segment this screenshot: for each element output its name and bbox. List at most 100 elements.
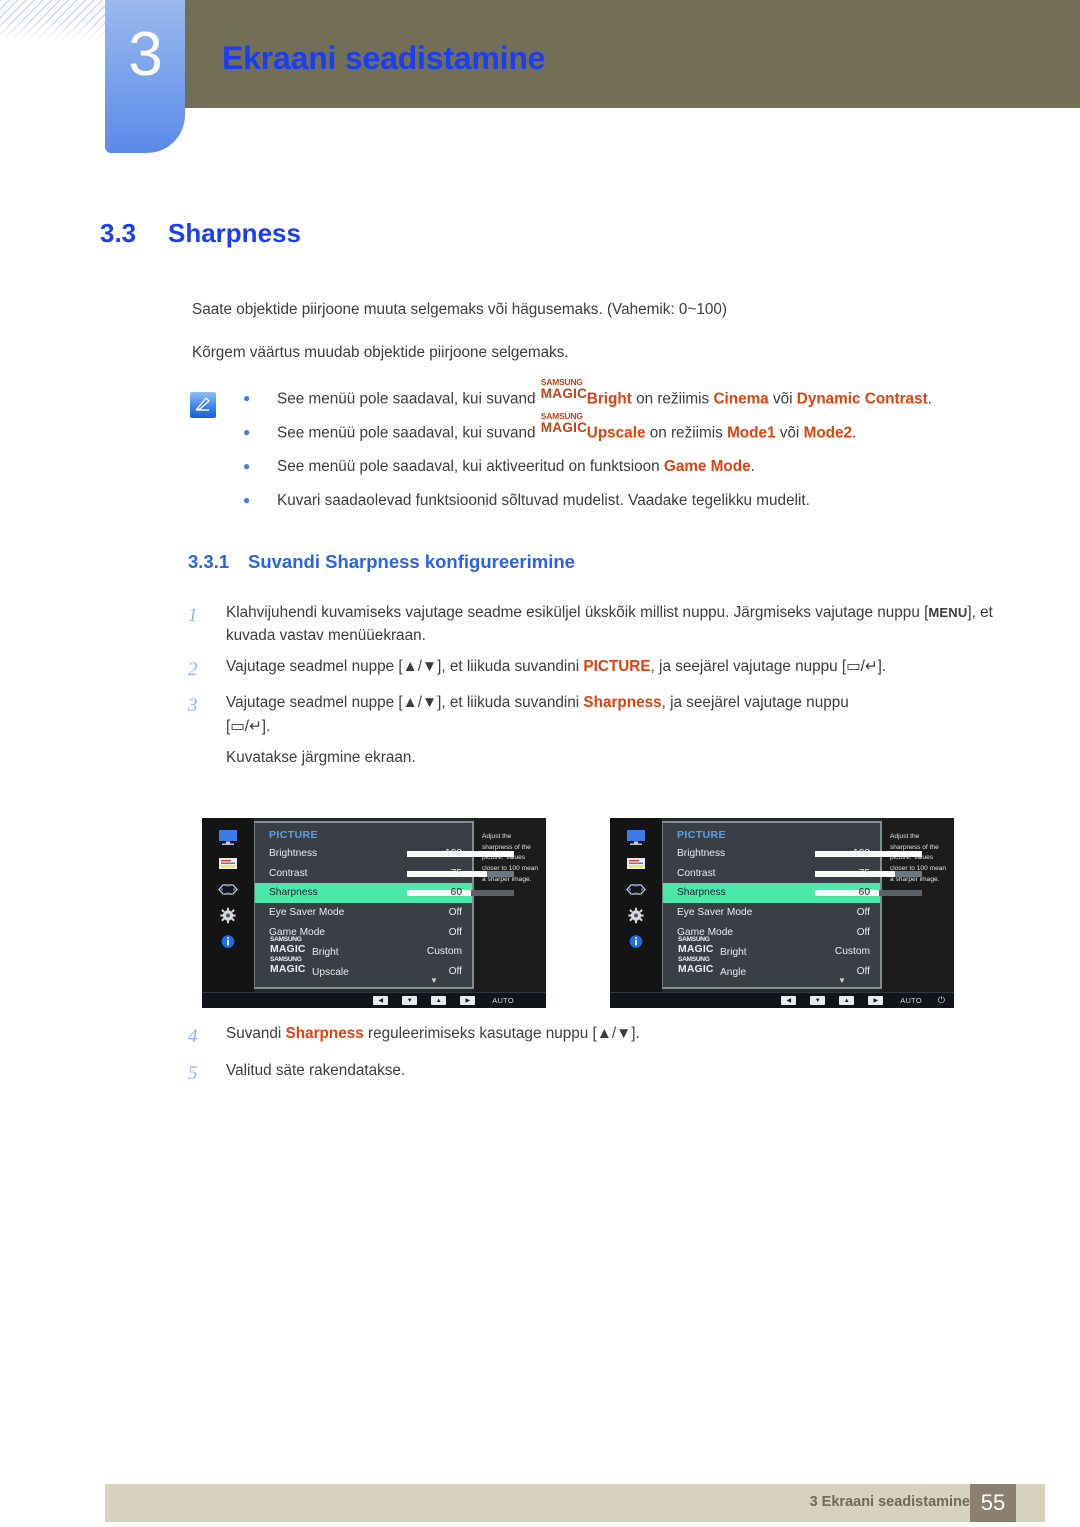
osd-row-value: Off [448, 926, 462, 938]
auto-button[interactable]: AUTO [492, 996, 514, 1005]
auto-button[interactable]: AUTO [900, 996, 922, 1005]
osd-row-label: Contrast [677, 867, 716, 879]
osd-row-magic-angle[interactable]: SAMSUNG MAGIC Angle Off [663, 955, 880, 982]
osd-row-brightness[interactable]: Brightness 100 [255, 844, 514, 864]
step-number: 4 [188, 1026, 198, 1047]
monitor-icon[interactable] [217, 829, 239, 846]
step-text: Valitud säte rakendatakse. [226, 1061, 406, 1079]
step-number: 1 [188, 605, 198, 626]
osd-menu-rows: Brightness 100 Contrast 75 Sharpness 60 … [663, 844, 922, 982]
chevron-down-icon[interactable]: ▼ [430, 976, 438, 985]
osd-row-label: Brightness [677, 848, 726, 860]
osd-row-value: Off [856, 965, 870, 977]
osd-row-value: 75 [450, 867, 462, 879]
note-item-text: Kuvari saadaolevad funktsioonid sõltuvad… [277, 492, 810, 510]
note-pencil-icon [190, 392, 216, 418]
right-button[interactable]: ▶ [868, 996, 884, 1005]
osd-menu-body: PICTURE Brightness 100 Contrast 75 Sharp… [662, 821, 922, 989]
note-item-text: See menüü pole saadaval, kui suvand SAMS… [277, 377, 932, 408]
gear-icon[interactable] [625, 907, 647, 924]
osd-row-value: Off [448, 907, 462, 919]
down-button[interactable]: ▼ [810, 996, 826, 1005]
section-heading: 3.3 Sharpness [100, 218, 301, 249]
osd-row-label: Sharpness [269, 887, 318, 899]
osd-row-value: Custom [426, 946, 462, 958]
list-icon[interactable] [217, 855, 239, 872]
list-item: 5 Valitud säte rakendatakse. [188, 1059, 1016, 1089]
osd-row-eye-saver-mode[interactable]: Eye Saver Mode Off [255, 903, 472, 923]
info-icon[interactable] [217, 933, 239, 950]
footer-chapter-label: 3 Ekraani seadistamine [809, 1494, 970, 1510]
osd-icon-rail [610, 818, 662, 992]
list-icon[interactable] [625, 855, 647, 872]
bullet-glyph: ● [243, 391, 251, 405]
subsection-number: 3.3.1 [188, 551, 230, 572]
osd-help-text: Adjust the sharpness of the picture. Val… [882, 818, 954, 992]
osd-row-value: Off [448, 965, 462, 977]
note-item-text: See menüü pole saadaval, kui aktiveeritu… [277, 458, 755, 476]
samsung-magic-logo: SAMSUNG MAGIC [540, 411, 588, 436]
step-number: 3 [188, 695, 198, 717]
osd-menu-rows: Brightness 100 Contrast 75 Sharpness 60 … [255, 844, 514, 982]
chapter-number: 3 [128, 20, 162, 89]
up-button[interactable]: ▲ [839, 996, 855, 1005]
step-text: Vajutage seadmel nuppe [▲/▼], et liikuda… [226, 657, 887, 675]
gear-icon[interactable] [217, 907, 239, 924]
osd-row-contrast[interactable]: Contrast 75 [255, 864, 514, 884]
osd-row-label: SAMSUNG MAGIC Upscale [270, 955, 349, 978]
osd-row-label: Eye Saver Mode [269, 907, 345, 919]
bullet-glyph: ● [243, 459, 251, 474]
osd-row-contrast[interactable]: Contrast 75 [663, 864, 922, 884]
monitor-icon[interactable] [625, 829, 647, 846]
chevron-down-icon[interactable]: ▼ [838, 976, 846, 985]
samsung-magic-logo: SAMSUNG MAGIC [540, 377, 588, 401]
decorative-hatch-pattern [0, 0, 108, 42]
down-button[interactable]: ▼ [402, 996, 418, 1005]
note-list: ● See menüü pole saadaval, kui suvand SA… [243, 377, 1013, 524]
left-button[interactable]: ◀ [781, 996, 797, 1005]
step-number: 2 [188, 658, 198, 680]
step-text-line2: [▭/↵]. [226, 717, 271, 735]
intro-paragraph-2: Kõrgem väärtus muudab objektide piirjoon… [192, 344, 569, 361]
osd-row-value: 100 [853, 848, 870, 860]
right-button[interactable]: ▶ [460, 996, 476, 1005]
osd-screenshot-right: PICTURE Brightness 100 Contrast 75 Sharp… [610, 818, 954, 1008]
osd-row-value: Off [856, 926, 870, 938]
samsung-magic-logo: SAMSUNG MAGIC [678, 955, 714, 975]
up-button[interactable]: ▲ [431, 996, 447, 1005]
note-item: ● See menüü pole saadaval, kui suvand SA… [243, 411, 1013, 444]
osd-row-value: Off [856, 907, 870, 919]
osd-button-bar: ◀ ▼ ▲ ▶ AUTO ⏻ [202, 992, 546, 1008]
step-text: Suvandi Sharpness reguleerimiseks kasuta… [226, 1025, 640, 1042]
osd-row-eye-saver-mode[interactable]: Eye Saver Mode Off [663, 903, 880, 923]
info-icon[interactable] [625, 933, 647, 950]
chapter-tab: 3 [105, 0, 185, 153]
osd-row-brightness[interactable]: Brightness 100 [663, 844, 922, 864]
osd-row-value: Custom [834, 946, 870, 958]
list-item: 1 Klahvijuhendi kuvamiseks vajutage sead… [188, 601, 1016, 648]
osd-row-sharpness[interactable]: Sharpness 60 [663, 883, 922, 903]
dpad-icon[interactable] [217, 881, 239, 898]
osd-row-value: 75 [858, 867, 870, 879]
osd-row-magic-upscale[interactable]: SAMSUNG MAGIC Upscale Off [255, 955, 472, 982]
power-icon[interactable]: ⏻ [938, 995, 945, 1006]
list-item: 3 Vajutage seadmel nuppe [▲/▼], et liiku… [188, 691, 1016, 769]
samsung-magic-logo: SAMSUNG MAGIC [678, 936, 714, 956]
note-item: ● See menüü pole saadaval, kui aktiveeri… [243, 456, 1013, 477]
step-number: 5 [188, 1062, 198, 1084]
osd-menu-body: PICTURE Brightness 100 Contrast 75 Sharp… [254, 821, 514, 989]
bullet-glyph: ● [243, 493, 251, 508]
osd-row-label: Contrast [269, 867, 308, 879]
subsection-title: Suvandi Sharpness konfigureerimine [248, 551, 575, 572]
subsection-heading: 3.3.1 Suvandi Sharpness konfigureerimine [188, 551, 575, 573]
osd-row-sharpness[interactable]: Sharpness 60 [255, 883, 514, 903]
bullet-glyph: ● [243, 425, 251, 440]
osd-row-label: SAMSUNG MAGIC Angle [678, 955, 747, 978]
step-text: Klahvijuhendi kuvamiseks vajutage seadme… [226, 604, 993, 645]
dpad-icon[interactable] [625, 881, 647, 898]
note-pencil-glyph [195, 397, 210, 411]
note-item: ● See menüü pole saadaval, kui suvand SA… [243, 377, 1013, 410]
left-button[interactable]: ◀ [373, 996, 389, 1005]
osd-row-value: 60 [858, 887, 870, 899]
intro-paragraph-1: Saate objektide piirjoone muuta selgemak… [192, 301, 727, 318]
